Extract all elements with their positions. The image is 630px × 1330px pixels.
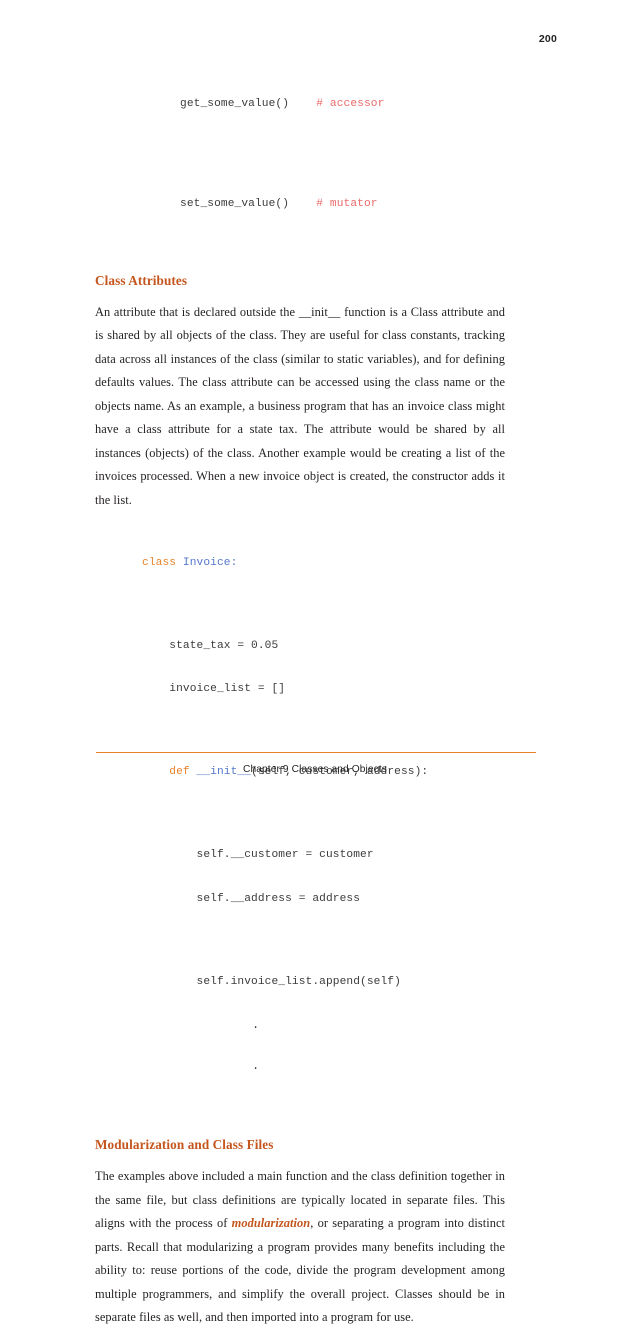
code-text: set_some_value() bbox=[180, 198, 290, 211]
code-line: set_some_value() # mutator bbox=[180, 197, 505, 212]
code-comment: # accessor bbox=[316, 98, 385, 111]
code-text: self.__customer = customer bbox=[142, 849, 374, 862]
code-class-name: Invoice: bbox=[176, 556, 238, 569]
code-text: self.__address = address bbox=[142, 893, 361, 906]
code-line: self.invoice_list.append(self) bbox=[142, 975, 505, 990]
page-content: get_some_value() # accessor set_some_val… bbox=[95, 60, 505, 1330]
code-line: class Invoice: bbox=[142, 556, 505, 571]
code-spacer bbox=[180, 141, 505, 168]
document-page: 200 get_some_value() # accessor set_some… bbox=[0, 0, 630, 1324]
code-block-accessor-mutator: get_some_value() # accessor set_some_val… bbox=[95, 68, 505, 241]
footer-divider bbox=[96, 752, 536, 753]
paragraph-class-attributes: An attribute that is declared outside th… bbox=[95, 304, 505, 507]
paragraph-modularization: The examples above included a main funct… bbox=[95, 1165, 505, 1330]
code-spacer bbox=[142, 726, 505, 736]
code-text: self.invoice_list.append(self) bbox=[142, 976, 401, 989]
code-text: invoice_list = [] bbox=[142, 683, 286, 696]
paragraph-text-part2: , or separating a program into distinct … bbox=[95, 1216, 505, 1325]
code-line: state_tax = 0.05 bbox=[142, 639, 505, 654]
code-line: get_some_value() # accessor bbox=[180, 97, 505, 112]
code-line: invoice_list = [] bbox=[142, 682, 505, 697]
footer-chapter-label: Chapter 9 Classes and Objects bbox=[243, 764, 387, 775]
code-text: get_some_value() bbox=[180, 98, 290, 111]
code-text: state_tax = 0.05 bbox=[142, 639, 279, 652]
emphasized-term: modularization bbox=[231, 1216, 311, 1231]
code-ellipsis-dot: . bbox=[252, 1017, 260, 1032]
page-number: 200 bbox=[538, 33, 557, 45]
code-comment: # mutator bbox=[316, 198, 378, 211]
code-spacer bbox=[142, 936, 505, 946]
section-heading-modularization: Modularization and Class Files bbox=[95, 1137, 274, 1153]
code-line: self.__customer = customer bbox=[142, 848, 505, 863]
section-heading-class-attributes: Class Attributes bbox=[95, 272, 188, 288]
code-spacer bbox=[142, 809, 505, 819]
code-spacer bbox=[142, 599, 505, 609]
code-line: self.__address = address bbox=[142, 892, 505, 907]
code-block-invoice-class: class Invoice: state_tax = 0.05 invoice_… bbox=[95, 526, 505, 1101]
code-ellipsis-dot: . bbox=[252, 1059, 260, 1074]
code-keyword: class bbox=[142, 556, 177, 569]
